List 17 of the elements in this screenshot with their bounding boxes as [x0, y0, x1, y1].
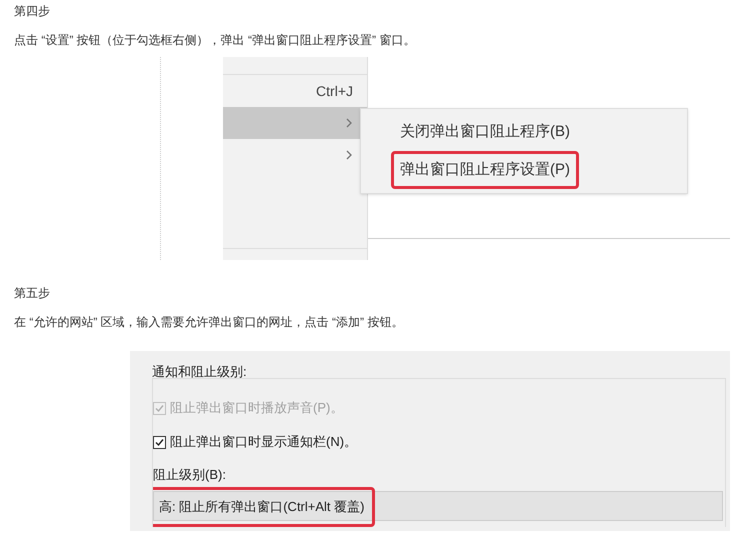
- submenu-item[interactable]: 弹出窗口阻止程序设置(P): [391, 151, 579, 189]
- chevron-right-icon: [345, 117, 353, 129]
- checkbox-label: 阻止弹出窗口时显示通知栏(N)。: [170, 433, 358, 452]
- shortcut-text: Ctrl+J: [316, 82, 353, 100]
- level-dropdown[interactable]: 高: 阻止所有弹出窗口(Ctrl+Alt 覆盖): [153, 486, 376, 526]
- level-label: 阻止级别(B):: [153, 466, 226, 484]
- step-heading: 第五步: [14, 286, 51, 300]
- menu-row[interactable]: Ctrl+J: [223, 75, 367, 107]
- instruction-text: 在 “允许的网站” 区域，输入需要允许弹出窗口的网址，点击 “添加” 按钮。: [14, 315, 404, 329]
- checkbox[interactable]: [153, 436, 166, 448]
- submenu-item[interactable]: 关闭弹出窗口阻止程序(B): [391, 113, 579, 151]
- chevron-right-icon: [345, 149, 353, 161]
- group-label: 通知和阻止级别:: [152, 364, 248, 380]
- instruction-text: 点击 “设置” 按钮（位于勾选框右侧），弹出 “弹出窗口阻止程序设置” 窗口。: [14, 33, 416, 47]
- step-heading: 第四步: [14, 4, 51, 18]
- menu-row[interactable]: [223, 107, 367, 139]
- checkbox-label: 阻止弹出窗口时播放声音(P)。: [170, 399, 344, 418]
